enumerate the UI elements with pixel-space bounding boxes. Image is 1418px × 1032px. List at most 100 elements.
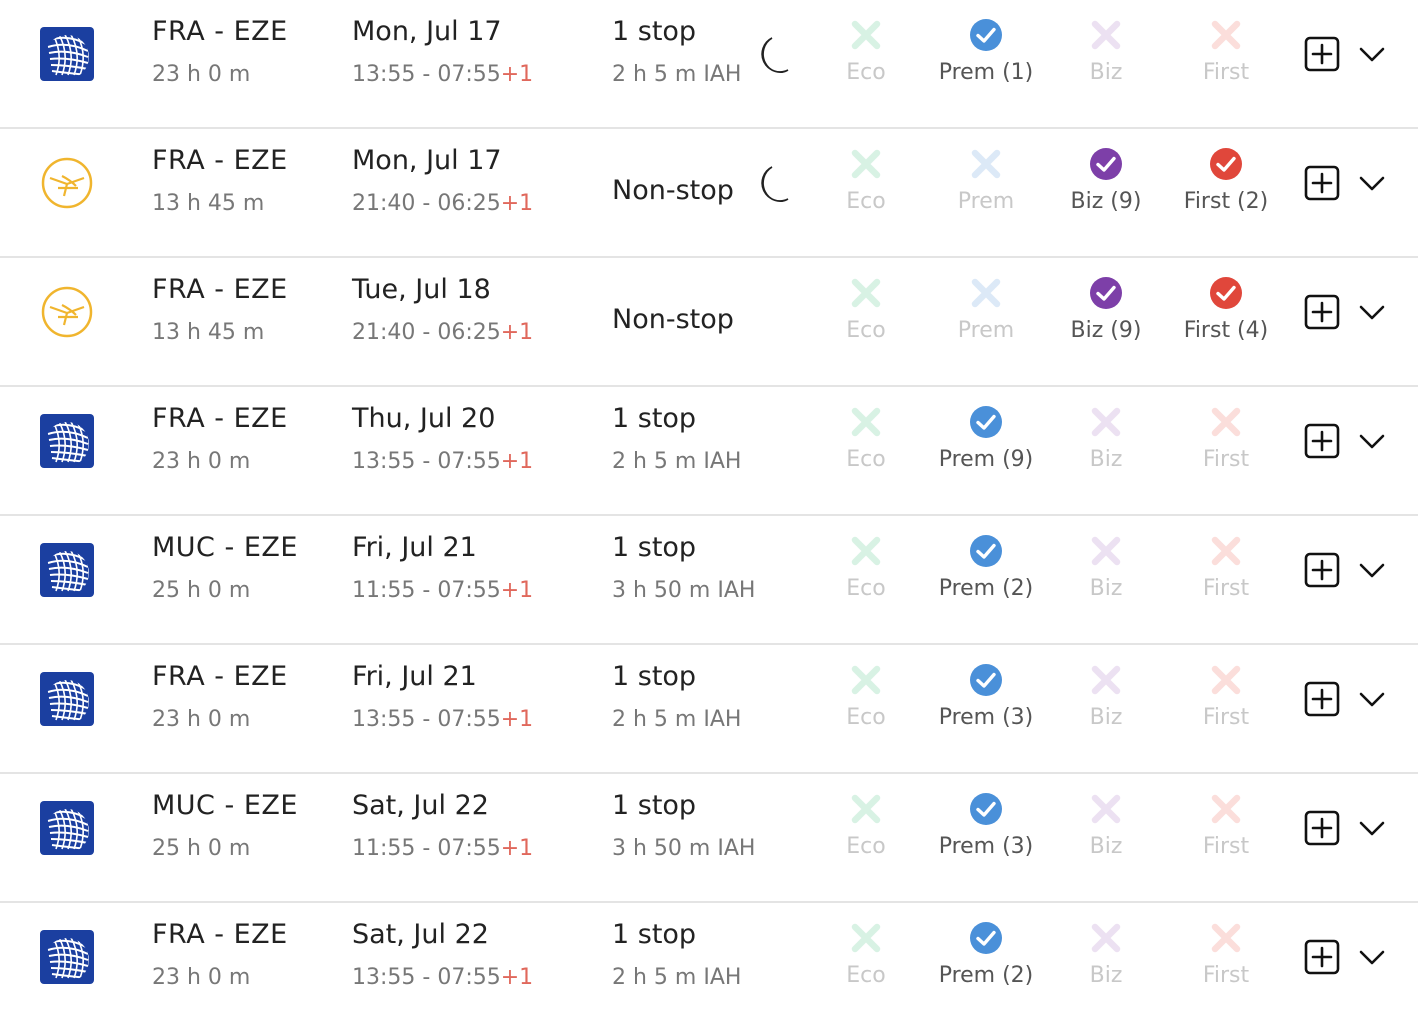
flight-row[interactable]: MUC - EZE 25 h 0 m Fri, Jul 21 11:55 - 0…: [0, 516, 1418, 645]
departure-date: Mon, Jul 17: [352, 16, 502, 47]
cabin-biz[interactable]: Biz (9): [1036, 274, 1176, 343]
biz-available-check-icon: [1089, 147, 1123, 181]
total-duration: 23 h 0 m: [152, 449, 251, 474]
day-offset: +1: [500, 320, 534, 345]
first-unavailable-x-icon: [1209, 18, 1243, 52]
prem-available-check-icon: [969, 18, 1003, 52]
cabin-first: First: [1156, 403, 1296, 472]
expand-chevron-down-icon[interactable]: [1356, 40, 1388, 68]
departure-date: Fri, Jul 21: [352, 661, 477, 692]
layover: 2 h 5 m IAH: [612, 449, 742, 474]
add-flight-button[interactable]: [1304, 36, 1340, 72]
cabin-prem: Prem: [916, 274, 1056, 343]
flight-row[interactable]: MUC - EZE 25 h 0 m Sat, Jul 22 11:55 - 0…: [0, 774, 1418, 903]
united-globe-icon: [40, 801, 94, 855]
cabin-prem[interactable]: Prem (3): [916, 790, 1056, 859]
cabin-biz: Biz: [1036, 532, 1176, 601]
expand-chevron-down-icon[interactable]: [1356, 427, 1388, 455]
cabin-prem[interactable]: Prem (2): [916, 919, 1056, 988]
add-flight-button[interactable]: [1304, 810, 1340, 846]
stops: Non-stop: [612, 175, 734, 206]
total-duration: 25 h 0 m: [152, 578, 251, 603]
add-flight-button[interactable]: [1304, 939, 1340, 975]
departure-date: Sat, Jul 22: [352, 790, 489, 821]
cabin-eco: Eco: [796, 790, 936, 859]
add-flight-button[interactable]: [1304, 552, 1340, 588]
expand-chevron-down-icon[interactable]: [1356, 169, 1388, 197]
time-range: 21:40 - 06:25: [352, 320, 501, 345]
expand-chevron-down-icon[interactable]: [1356, 943, 1388, 971]
flight-row[interactable]: FRA - EZE 23 h 0 m Sat, Jul 22 13:55 - 0…: [0, 903, 1418, 1032]
cabin-prem-label: Prem (2): [938, 576, 1034, 601]
cabin-eco: Eco: [796, 661, 936, 730]
flight-row[interactable]: FRA - EZE 23 h 0 m Mon, Jul 17 13:55 - 0…: [0, 0, 1418, 129]
add-flight-button[interactable]: [1304, 294, 1340, 330]
flight-row[interactable]: FRA - EZE 13 h 45 m Tue, Jul 18 21:40 - …: [0, 258, 1418, 387]
cabin-eco-label: Eco: [846, 189, 886, 214]
time-range: 13:55 - 07:55: [352, 965, 501, 990]
expand-chevron-down-icon[interactable]: [1356, 298, 1388, 326]
cabin-eco: Eco: [796, 16, 936, 85]
cabin-prem[interactable]: Prem (1): [916, 16, 1056, 85]
cabin-eco: Eco: [796, 919, 936, 988]
layover: 3 h 50 m IAH: [612, 836, 756, 861]
cabin-first[interactable]: First (4): [1156, 274, 1296, 343]
overnight-moon-icon: [756, 34, 792, 76]
route: MUC - EZE: [152, 790, 298, 821]
cabin-eco-label: Eco: [846, 963, 886, 988]
stops: 1 stop: [612, 16, 697, 47]
add-flight-button[interactable]: [1304, 681, 1340, 717]
flight-times: 13:55 - 07:55+1: [352, 449, 533, 474]
cabin-first-label: First (2): [1183, 189, 1269, 214]
add-flight-button[interactable]: [1304, 165, 1340, 201]
prem-available-check-icon: [969, 663, 1003, 697]
cabin-first-label: First (4): [1183, 318, 1269, 343]
cabin-prem-label: Prem: [957, 189, 1015, 214]
layover: 2 h 5 m IAH: [612, 62, 742, 87]
united-globe-icon: [40, 414, 94, 468]
cabin-prem-label: Prem (1): [938, 60, 1034, 85]
stops: Non-stop: [612, 304, 734, 335]
expand-chevron-down-icon[interactable]: [1356, 556, 1388, 584]
first-unavailable-x-icon: [1209, 921, 1243, 955]
biz-available-check-icon: [1089, 276, 1123, 310]
cabin-first: First: [1156, 532, 1296, 601]
expand-chevron-down-icon[interactable]: [1356, 814, 1388, 842]
total-duration: 23 h 0 m: [152, 707, 251, 732]
stops: 1 stop: [612, 790, 697, 821]
cabin-prem[interactable]: Prem (2): [916, 532, 1056, 601]
lufthansa-crane-icon: [40, 156, 94, 210]
cabin-eco-label: Eco: [846, 318, 886, 343]
add-flight-button[interactable]: [1304, 423, 1340, 459]
cabin-first[interactable]: First (2): [1156, 145, 1296, 214]
cabin-prem[interactable]: Prem (9): [916, 403, 1056, 472]
route: FRA - EZE: [152, 274, 288, 305]
biz-unavailable-x-icon: [1089, 663, 1123, 697]
day-offset: +1: [500, 707, 534, 732]
day-offset: +1: [500, 578, 534, 603]
cabin-biz-label: Biz (9): [1070, 189, 1142, 214]
cabin-eco: Eco: [796, 145, 936, 214]
cabin-first: First: [1156, 16, 1296, 85]
cabin-first-label: First: [1202, 705, 1250, 730]
cabin-biz-label: Biz: [1089, 834, 1123, 859]
route: FRA - EZE: [152, 16, 288, 47]
layover: 2 h 5 m IAH: [612, 707, 742, 732]
cabin-eco-label: Eco: [846, 447, 886, 472]
cabin-biz[interactable]: Biz (9): [1036, 145, 1176, 214]
cabin-eco: Eco: [796, 403, 936, 472]
cabin-prem[interactable]: Prem (3): [916, 661, 1056, 730]
layover: 2 h 5 m IAH: [612, 965, 742, 990]
total-duration: 23 h 0 m: [152, 62, 251, 87]
flight-row[interactable]: FRA - EZE 23 h 0 m Fri, Jul 21 13:55 - 0…: [0, 645, 1418, 774]
flight-row[interactable]: FRA - EZE 23 h 0 m Thu, Jul 20 13:55 - 0…: [0, 387, 1418, 516]
cabin-prem-label: Prem: [957, 318, 1015, 343]
cabin-eco-label: Eco: [846, 834, 886, 859]
expand-chevron-down-icon[interactable]: [1356, 685, 1388, 713]
eco-unavailable-x-icon: [849, 792, 883, 826]
route: FRA - EZE: [152, 403, 288, 434]
flight-row[interactable]: FRA - EZE 13 h 45 m Mon, Jul 17 21:40 - …: [0, 129, 1418, 258]
cabin-eco-label: Eco: [846, 705, 886, 730]
cabin-first-label: First: [1202, 963, 1250, 988]
eco-unavailable-x-icon: [849, 18, 883, 52]
